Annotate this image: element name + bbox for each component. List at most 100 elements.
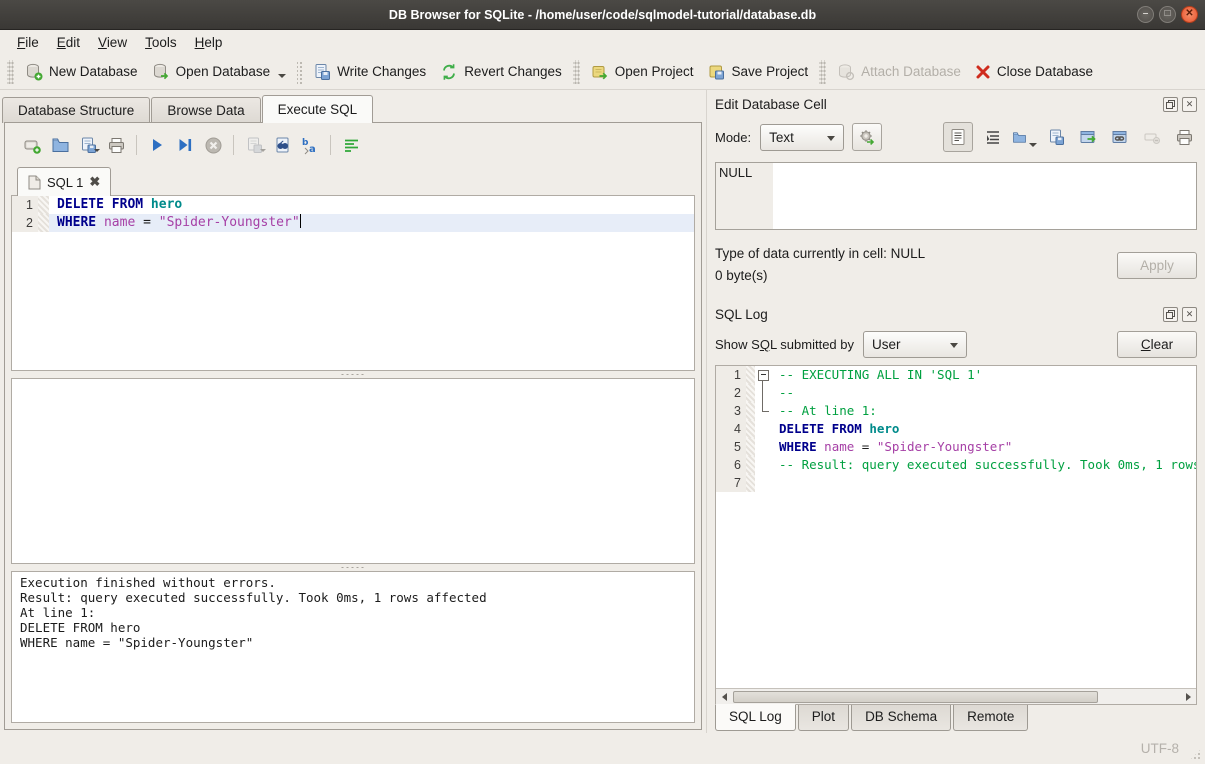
scroll-right-arrow[interactable]: [1180, 689, 1196, 704]
code-line[interactable]: 6-- Result: query executed successfully.…: [716, 456, 1196, 474]
toolbar-grip[interactable]: [573, 60, 580, 84]
copy-link-icon[interactable]: [1108, 125, 1133, 150]
splitter-handle[interactable]: [11, 371, 695, 378]
sql-log-title: SQL Log: [715, 307, 768, 322]
splitter-handle[interactable]: [11, 564, 695, 571]
resize-grip[interactable]: [1189, 748, 1202, 761]
dock-tab-sql-log[interactable]: SQL Log: [715, 704, 796, 731]
scroll-left-arrow[interactable]: [716, 689, 732, 704]
horizontal-scrollbar[interactable]: [716, 688, 1196, 704]
open-in-app-icon[interactable]: [1076, 125, 1101, 150]
execute-current-line-icon[interactable]: [172, 132, 198, 158]
mode-label: Mode:: [715, 130, 751, 145]
submitted-by-combobox[interactable]: User: [863, 331, 967, 358]
code-line[interactable]: 4DELETE FROM hero: [716, 420, 1196, 438]
revert-changes-button[interactable]: Revert Changes: [433, 59, 569, 85]
new-database-button[interactable]: New Database: [18, 59, 145, 85]
save-sql-file-icon[interactable]: [75, 132, 101, 158]
toolbar-separator: [136, 135, 137, 155]
tab-execute-sql[interactable]: Execute SQL: [262, 95, 374, 123]
print-icon[interactable]: [1172, 125, 1197, 150]
cell-mode-row: Mode: Text: [715, 122, 1197, 152]
sql-log-view[interactable]: 1-- EXECUTING ALL IN 'SQL 1'2--3-- At li…: [715, 365, 1197, 705]
code-line[interactable]: 5WHERE name = "Spider-Youngster": [716, 438, 1196, 456]
menu-tools[interactable]: Tools: [136, 32, 186, 53]
set-null-icon: [1140, 125, 1165, 150]
word-wrap-icon[interactable]: [980, 125, 1005, 150]
float-panel-icon[interactable]: [1163, 97, 1178, 112]
cell-type-info: Type of data currently in cell: NULL: [715, 243, 925, 265]
sql-tab-label: SQL 1: [47, 175, 83, 190]
mode-combobox[interactable]: Text: [760, 124, 844, 151]
open-project-icon: [591, 63, 609, 81]
close-panel-icon[interactable]: ✕: [1182, 97, 1197, 112]
code-line[interactable]: 1DELETE FROM hero: [12, 196, 694, 214]
right-dock: Edit Database Cell ✕ Mode: Text NULL Typ…: [706, 90, 1205, 733]
export-file-icon[interactable]: [1044, 125, 1069, 150]
close-button[interactable]: ✕: [1181, 6, 1198, 23]
close-database-icon: [975, 64, 991, 80]
sql-log-header: SQL Log ✕: [715, 303, 1197, 325]
close-panel-icon[interactable]: ✕: [1182, 307, 1197, 322]
scrollbar-thumb[interactable]: [733, 691, 1098, 703]
toolbar-grip[interactable]: [819, 60, 826, 84]
execution-message-pane[interactable]: Execution finished without errors. Resul…: [11, 571, 695, 723]
open-database-dropdown-caret[interactable]: [278, 74, 286, 78]
title-bar[interactable]: DB Browser for SQLite - /home/user/code/…: [0, 0, 1205, 30]
word-wrap-icon[interactable]: [338, 132, 364, 158]
window-title: DB Browser for SQLite - /home/user/code/…: [389, 8, 816, 22]
menu-file[interactable]: File: [8, 32, 48, 53]
results-grid[interactable]: [11, 378, 695, 564]
clear-button[interactable]: Clear: [1117, 331, 1197, 358]
menu-help[interactable]: Help: [186, 32, 232, 53]
dock-tab-plot[interactable]: Plot: [798, 705, 849, 731]
code-line[interactable]: 1-- EXECUTING ALL IN 'SQL 1': [716, 366, 1196, 384]
minimize-button[interactable]: –: [1137, 6, 1154, 23]
close-tab-icon[interactable]: ✖: [89, 174, 100, 190]
cell-size-info: 0 byte(s): [715, 265, 925, 287]
save-results-icon: [241, 132, 267, 158]
tab-browse-data[interactable]: Browse Data: [151, 97, 260, 123]
float-panel-icon[interactable]: [1163, 307, 1178, 322]
find-icon[interactable]: [269, 132, 295, 158]
code-line[interactable]: 3-- At line 1:: [716, 402, 1196, 420]
apply-button: Apply: [1117, 252, 1197, 279]
close-database-button[interactable]: Close Database: [968, 60, 1100, 84]
import-dropdown-caret[interactable]: [1029, 143, 1037, 147]
open-sql-file-icon[interactable]: [47, 132, 73, 158]
print-icon[interactable]: [103, 132, 129, 158]
save-project-button[interactable]: Save Project: [701, 59, 816, 85]
code-line[interactable]: 7: [716, 474, 1196, 492]
dock-tab-remote[interactable]: Remote: [953, 705, 1028, 731]
sql-editor[interactable]: 1DELETE FROM hero2WHERE name = "Spider-Y…: [11, 195, 695, 371]
write-changes-button[interactable]: Write Changes: [306, 59, 433, 85]
dock-tab-db-schema[interactable]: DB Schema: [851, 705, 951, 731]
open-sql-tab-icon[interactable]: [19, 132, 45, 158]
execute-sql-tabpage: ba SQL 1 ✖ 1DELETE FROM hero2WHERE name …: [4, 122, 702, 730]
sql-tab[interactable]: SQL 1 ✖: [17, 167, 111, 196]
sql-editor-lines[interactable]: 1DELETE FROM hero2WHERE name = "Spider-Y…: [12, 196, 694, 232]
maximize-button[interactable]: □: [1159, 6, 1176, 23]
save-dropdown-caret[interactable]: [94, 149, 100, 152]
code-line[interactable]: 2WHERE name = "Spider-Youngster": [12, 214, 694, 232]
open-database-button[interactable]: Open Database: [145, 59, 294, 85]
open-project-button[interactable]: Open Project: [584, 59, 701, 85]
execute-sql-pane: Database Structure Browse Data Execute S…: [0, 90, 706, 733]
toolbar-separator: [233, 135, 234, 155]
main-tab-bar: Database Structure Browse Data Execute S…: [0, 90, 706, 123]
text-view-icon[interactable]: [943, 122, 973, 152]
filter-label: Show SQL submitted by: [715, 337, 854, 352]
tab-database-structure[interactable]: Database Structure: [2, 97, 150, 123]
attach-database-button: Attach Database: [830, 59, 968, 85]
import-file-icon[interactable]: [1012, 125, 1037, 150]
toolbar-grip[interactable]: [7, 60, 14, 84]
encoding-indicator[interactable]: UTF-8: [1141, 741, 1179, 756]
execute-all-icon[interactable]: [144, 132, 170, 158]
menu-edit[interactable]: Edit: [48, 32, 89, 53]
format-sql-icon[interactable]: ba: [297, 132, 323, 158]
menu-view[interactable]: View: [89, 32, 136, 53]
import-gear-button[interactable]: [852, 123, 882, 151]
code-line[interactable]: 2--: [716, 384, 1196, 402]
cell-editor[interactable]: NULL: [715, 162, 1197, 230]
attach-database-icon: [837, 63, 855, 81]
